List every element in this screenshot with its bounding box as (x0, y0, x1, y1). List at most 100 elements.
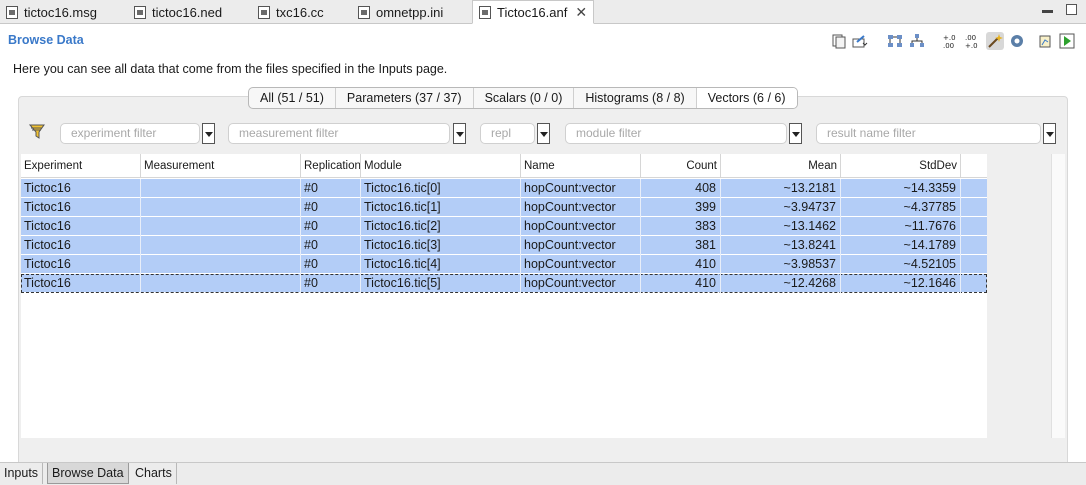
tree-icon[interactable] (886, 32, 904, 50)
cell-module: Tictoc16.tic[3] (361, 236, 521, 255)
measurement-filter-input[interactable]: measurement filter (228, 123, 450, 144)
tab-vectors[interactable]: Vectors (6 / 6) (696, 88, 797, 108)
table-row[interactable]: Tictoc16 #0 Tictoc16.tic[0] hopCount:vector… (21, 179, 987, 198)
msg-file-icon (6, 5, 18, 19)
cell-stddev: ~14.1789 (841, 236, 961, 255)
cell-count: 383 (641, 217, 721, 236)
close-icon[interactable]: ✕ (575, 4, 587, 21)
cell-module: Tictoc16.tic[4] (361, 255, 521, 274)
tab-browse-data[interactable]: Browse Data (47, 463, 129, 484)
editor-tab-tictoc16-anf[interactable]: Tictoc16.anf ✕ (472, 0, 595, 24)
cell-mean: ~3.94737 (721, 198, 841, 217)
cell-stddev: ~11.7676 (841, 217, 961, 236)
svg-text:+.0: +.0 (965, 42, 978, 49)
cell-replication: #0 (301, 217, 361, 236)
toolbar: +.0.00 .00 +.0 (830, 32, 1076, 50)
precision-decrease-icon[interactable]: .00 +.0 (964, 32, 982, 50)
column-header-module[interactable]: Module (361, 154, 521, 178)
editor-tab-label: tictoc16.ned (152, 4, 223, 20)
cell-experiment: Tictoc16 (21, 179, 141, 198)
bottom-tab-bar: Inputs Browse Data Charts (0, 462, 1086, 485)
editor-tab-label: omnetpp.ini (376, 4, 444, 20)
experiment-filter-dropdown[interactable] (202, 123, 215, 144)
module-filter-dropdown[interactable] (789, 123, 802, 144)
cell-stddev: ~14.3359 (841, 179, 961, 198)
copy-icon[interactable] (830, 32, 848, 50)
hierarchy-icon[interactable] (908, 32, 926, 50)
column-header-replication[interactable]: Replication (301, 154, 361, 178)
filter-funnel-icon[interactable] (28, 123, 47, 141)
table-row[interactable]: Tictoc16 #0 Tictoc16.tic[1] hopCount:vector… (21, 198, 987, 217)
cell-stddev: ~4.52105 (841, 255, 961, 274)
column-header-count[interactable]: Count (641, 154, 721, 178)
table-row[interactable]: Tictoc16 #0 Tictoc16.tic[3] hopCount:vector… (21, 236, 987, 255)
vertical-scrollbar[interactable] (1051, 154, 1065, 438)
tab-parameters[interactable]: Parameters (37 / 37) (336, 88, 474, 108)
table-row[interactable]: Tictoc16 #0 Tictoc16.tic[2] hopCount:vector… (21, 217, 987, 236)
cell-replication: #0 (301, 198, 361, 217)
replication-filter-dropdown[interactable] (537, 123, 550, 144)
cell-replication: #0 (301, 255, 361, 274)
cell-replication: #0 (301, 236, 361, 255)
cell-mean: ~13.8241 (721, 236, 841, 255)
column-header-name[interactable]: Name (521, 154, 641, 178)
result-name-filter-dropdown[interactable] (1043, 123, 1056, 144)
editor-tab-txc16-cc[interactable]: txc16.cc (258, 0, 324, 24)
column-header-experiment[interactable]: Experiment (21, 154, 141, 178)
column-header-measurement[interactable]: Measurement (141, 154, 301, 178)
cell-measurement (141, 217, 301, 236)
tab-inputs[interactable]: Inputs (0, 463, 44, 484)
cell-name: hopCount:vector (521, 274, 641, 293)
tab-histograms[interactable]: Histograms (8 / 8) (574, 88, 697, 108)
column-header-stddev[interactable]: StdDev (841, 154, 961, 178)
cell-count: 410 (641, 274, 721, 293)
precision-increase-icon[interactable]: +.0.00 (942, 32, 960, 50)
measurement-filter-dropdown[interactable] (453, 123, 466, 144)
data-browser-area: All (51 / 51) Parameters (37 / 37) Scala… (18, 87, 1069, 466)
maximize-icon[interactable] (1066, 4, 1077, 15)
column-header-mean[interactable]: Mean (721, 154, 841, 178)
result-name-filter-input[interactable]: result name filter (816, 123, 1041, 144)
cell-count: 399 (641, 198, 721, 217)
wand-icon[interactable] (986, 32, 1004, 50)
tab-all[interactable]: All (51 / 51) (249, 88, 336, 108)
cell-name: hopCount:vector (521, 179, 641, 198)
cell-name: hopCount:vector (521, 255, 641, 274)
cell-replication: #0 (301, 179, 361, 198)
minimize-icon[interactable] (1042, 10, 1053, 13)
svg-text:.00: .00 (965, 34, 976, 42)
cell-stddev: ~12.1646 (841, 274, 961, 293)
filter-bar: experiment filter measurement filter rep… (19, 123, 1069, 145)
tab-scalars[interactable]: Scalars (0 / 0) (474, 88, 575, 108)
chart-icon[interactable] (1036, 32, 1054, 50)
export-icon[interactable] (852, 32, 870, 50)
cell-stddev: ~4.37785 (841, 198, 961, 217)
editor-tab-omnetpp-ini[interactable]: omnetpp.ini (358, 0, 443, 24)
editor-tab-bar: tictoc16.msg tictoc16.ned txc16.cc omnet… (0, 0, 1086, 24)
svg-text:.00: .00 (943, 42, 954, 49)
table-row[interactable]: Tictoc16 #0 Tictoc16.tic[5] hopCount:vector… (21, 274, 987, 293)
vectors-table: Experiment Measurement Replication Modul… (21, 154, 987, 438)
ned-file-icon (134, 5, 146, 19)
cell-measurement (141, 236, 301, 255)
anf-file-icon (479, 5, 491, 19)
run-icon[interactable] (1058, 32, 1076, 50)
cell-module: Tictoc16.tic[0] (361, 179, 521, 198)
table-row[interactable]: Tictoc16 #0 Tictoc16.tic[4] hopCount:vector… (21, 255, 987, 274)
experiment-filter-input[interactable]: experiment filter (60, 123, 200, 144)
cell-experiment: Tictoc16 (21, 236, 141, 255)
gear-icon[interactable] (1008, 32, 1026, 50)
cell-experiment: Tictoc16 (21, 198, 141, 217)
cell-name: hopCount:vector (521, 198, 641, 217)
replication-filter-input[interactable]: repl (480, 123, 535, 144)
cell-mean: ~3.98537 (721, 255, 841, 274)
editor-tab-tictoc16-msg[interactable]: tictoc16.msg (6, 0, 97, 24)
cell-name: hopCount:vector (521, 217, 641, 236)
browse-data-panel: Browse Data +.0.00 .00 +.0 Here you can … (0, 24, 1086, 466)
editor-tab-label: Tictoc16.anf (497, 4, 568, 20)
tab-charts[interactable]: Charts (131, 463, 177, 484)
module-filter-input[interactable]: module filter (565, 123, 787, 144)
cell-module: Tictoc16.tic[1] (361, 198, 521, 217)
cell-measurement (141, 198, 301, 217)
editor-tab-tictoc16-ned[interactable]: tictoc16.ned (134, 0, 222, 24)
